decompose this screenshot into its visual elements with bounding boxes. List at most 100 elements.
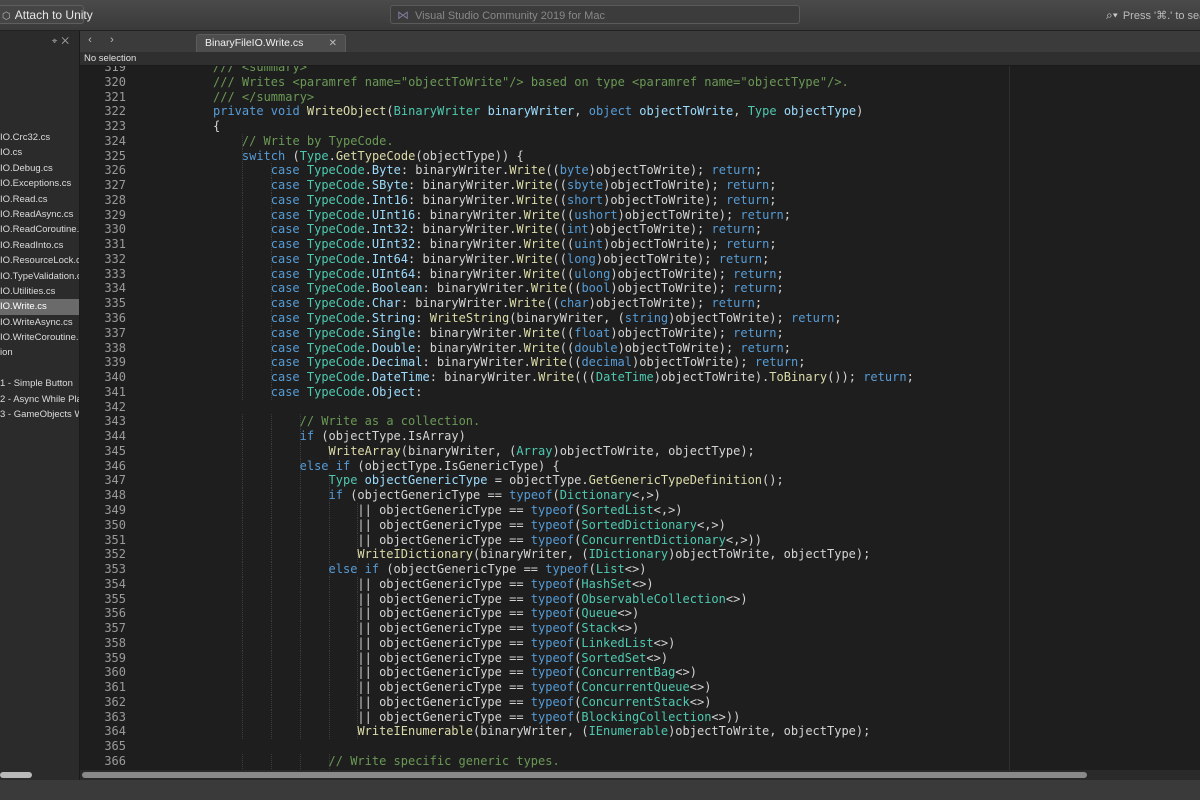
indent-guide bbox=[328, 635, 331, 651]
code-line[interactable]: 326 case TypeCode.Byte: binaryWriter.Writ… bbox=[80, 163, 1200, 179]
code-token: return bbox=[725, 237, 770, 252]
solution-item[interactable]: IO.Utilities.cs bbox=[0, 284, 79, 299]
code-line[interactable]: 337 case TypeCode.Single: binaryWriter.Wr… bbox=[80, 325, 1200, 341]
close-icon[interactable]: ✕ bbox=[61, 36, 73, 47]
code-line[interactable]: 336 case TypeCode.String: WriteString(bin… bbox=[80, 311, 1200, 327]
indent-guide bbox=[328, 724, 331, 740]
code-line[interactable]: 344 if (objectType.IsArray) bbox=[80, 429, 1200, 445]
code-line[interactable]: 364 WriteIEnumerable(binaryWriter, (IEnum… bbox=[80, 724, 1200, 740]
code-line[interactable]: 356 || objectGenericType == typeof(Queue<… bbox=[80, 606, 1200, 622]
code-editor[interactable]: 319 /// <summary> 320 /// Writes <paramref … bbox=[80, 66, 1200, 770]
code-token: (binaryWriter, ( bbox=[400, 443, 517, 458]
solution-item[interactable]: IO.WriteAsync.cs bbox=[0, 315, 79, 330]
code-line[interactable]: 341 case TypeCode.Object: bbox=[80, 384, 1200, 400]
code-line[interactable]: 348 if (objectGenericType == typeof(Dicti… bbox=[80, 488, 1200, 504]
code-line[interactable]: 342 bbox=[80, 400, 1200, 415]
code-line[interactable]: 327 case TypeCode.SByte: binaryWriter.Wri… bbox=[80, 178, 1200, 194]
code-line[interactable]: 359 || objectGenericType == typeof(Sorted… bbox=[80, 650, 1200, 666]
solution-item[interactable]: IO.Exceptions.cs bbox=[0, 176, 79, 191]
code-token: . bbox=[364, 281, 372, 296]
solution-item[interactable]: IO.cs bbox=[0, 145, 79, 160]
code-line[interactable]: 362 || objectGenericType == typeof(Concur… bbox=[80, 694, 1200, 710]
code-line[interactable]: 319 /// <summary> bbox=[80, 66, 1200, 75]
pin-icon[interactable]: ⌖ bbox=[52, 36, 62, 47]
solution-item[interactable]: IO.Debug.cs bbox=[0, 161, 79, 176]
code-line[interactable]: 353 else if (objectGenericType == typeof(… bbox=[80, 562, 1200, 578]
code-line[interactable]: 354 || objectGenericType == typeof(HashSe… bbox=[80, 576, 1200, 592]
code-line[interactable]: 335 case TypeCode.Char: binaryWriter.Writ… bbox=[80, 296, 1200, 312]
code-line[interactable]: 352 WriteIDictionary(binaryWriter, (IDict… bbox=[80, 547, 1200, 563]
indent-guide bbox=[241, 709, 244, 725]
solution-item[interactable]: IO.TypeValidation.cs bbox=[0, 269, 79, 284]
code-line[interactable]: 329 case TypeCode.UInt16: binaryWriter.Wr… bbox=[80, 207, 1200, 223]
code-line[interactable]: 366 // Write specific generic types. bbox=[80, 753, 1200, 769]
indent-guide bbox=[299, 680, 302, 696]
code-text: switch (Type.GetTypeCode(objectType)) { bbox=[242, 149, 524, 164]
solution-item[interactable]: IO.Write.cs bbox=[0, 299, 79, 315]
indent-guide bbox=[328, 650, 331, 666]
code-line[interactable]: 345 WriteArray(binaryWriter, (Array)objec… bbox=[80, 443, 1200, 459]
solution-item[interactable]: IO.ResourceLock.cs bbox=[0, 253, 79, 268]
solution-item[interactable]: IO.Read.cs bbox=[0, 192, 79, 207]
code-line[interactable]: 320 /// Writes <paramref name="objectToWr… bbox=[80, 75, 1200, 90]
code-line[interactable]: 363 || objectGenericType == typeof(Blocki… bbox=[80, 709, 1200, 725]
code-line[interactable]: 339 case TypeCode.Decimal: binaryWriter.W… bbox=[80, 355, 1200, 371]
solution-item[interactable]: IO.WriteCoroutine.cs bbox=[0, 330, 79, 345]
solution-item[interactable]: IO.ReadAsync.cs bbox=[0, 207, 79, 222]
code-token: case bbox=[270, 311, 307, 326]
scrollbar-thumb[interactable] bbox=[82, 772, 1087, 778]
code-line[interactable]: 334 case TypeCode.Boolean: binaryWriter.W… bbox=[80, 281, 1200, 297]
indent-guide bbox=[328, 576, 331, 592]
breadcrumb[interactable]: No selection bbox=[80, 52, 1200, 66]
code-token: <>) bbox=[689, 694, 712, 709]
code-line[interactable]: 340 case TypeCode.DateTime: binaryWriter.… bbox=[80, 370, 1200, 386]
solution-item[interactable]: 1 - Simple Button bbox=[0, 376, 79, 391]
code-line[interactable]: 330 case TypeCode.Int32: binaryWriter.Wri… bbox=[80, 222, 1200, 238]
code-line[interactable]: 332 case TypeCode.Int64: binaryWriter.Wri… bbox=[80, 251, 1200, 267]
tab-close-icon[interactable]: ✕ bbox=[329, 35, 337, 52]
code-line[interactable]: 365 bbox=[80, 739, 1200, 754]
code-line[interactable]: 347 Type objectGenericType = objectType.G… bbox=[80, 473, 1200, 489]
code-line[interactable]: 343 // Write as a collection. bbox=[80, 414, 1200, 430]
code-line[interactable]: 333 case TypeCode.UInt64: binaryWriter.Wr… bbox=[80, 266, 1200, 282]
code-line[interactable]: 323 { bbox=[80, 119, 1200, 134]
solution-item[interactable]: ion bbox=[0, 345, 79, 360]
code-line[interactable]: 325 switch (Type.GetTypeCode(objectType))… bbox=[80, 148, 1200, 164]
indent-guide bbox=[241, 591, 244, 607]
editor-horizontal-scrollbar[interactable] bbox=[80, 770, 1200, 780]
code-token: <>) bbox=[653, 635, 676, 650]
code-token: return bbox=[711, 296, 755, 311]
code-line[interactable]: 346 else if (objectType.IsGenericType) { bbox=[80, 458, 1200, 474]
attach-to-unity-button[interactable]: ⬡ Attach to Unity bbox=[0, 5, 93, 24]
code-line[interactable]: 355 || objectGenericType == typeof(Observ… bbox=[80, 591, 1200, 607]
code-line[interactable]: 331 case TypeCode.UInt32: binaryWriter.Wr… bbox=[80, 237, 1200, 253]
nav-forward-icon[interactable]: › bbox=[102, 34, 122, 46]
code-token: Int64 bbox=[371, 251, 409, 266]
nav-back-icon[interactable]: ‹ bbox=[80, 34, 100, 46]
pane-scrollbar[interactable] bbox=[0, 772, 32, 778]
code-token: ToBinary bbox=[769, 370, 828, 385]
tab-binaryfileio-write[interactable]: BinaryFileIO.Write.cs ✕ bbox=[196, 34, 346, 52]
solution-item[interactable]: IO.ReadInto.cs bbox=[0, 238, 79, 253]
solution-item[interactable] bbox=[0, 361, 79, 376]
solution-item[interactable]: 3 - GameObjects With bbox=[0, 407, 79, 422]
code-token: TypeCode bbox=[306, 192, 365, 207]
solution-item[interactable]: IO.Crc32.cs bbox=[0, 130, 79, 145]
code-line[interactable]: 338 case TypeCode.Double: binaryWriter.Wr… bbox=[80, 340, 1200, 356]
solution-item[interactable]: IO.ReadCoroutine.cs bbox=[0, 222, 79, 237]
code-line[interactable]: 322 private void WriteObject(BinaryWriter… bbox=[80, 104, 1200, 119]
code-line[interactable]: 357 || objectGenericType == typeof(Stack<… bbox=[80, 621, 1200, 637]
code-line[interactable]: 351 || objectGenericType == typeof(Concur… bbox=[80, 532, 1200, 548]
line-number: 346 bbox=[104, 458, 126, 473]
code-line[interactable]: 350 || objectGenericType == typeof(Sorted… bbox=[80, 517, 1200, 533]
code-line[interactable]: 321 /// </summary> bbox=[80, 90, 1200, 105]
code-text: case TypeCode.UInt16: binaryWriter.Write… bbox=[271, 208, 791, 223]
solution-item[interactable]: 2 - Async While Playing bbox=[0, 392, 79, 407]
code-line[interactable]: 328 case TypeCode.Int16: binaryWriter.Wri… bbox=[80, 192, 1200, 208]
code-line[interactable]: 349 || objectGenericType == typeof(Sorted… bbox=[80, 502, 1200, 518]
code-line[interactable]: 358 || objectGenericType == typeof(Linked… bbox=[80, 635, 1200, 651]
code-line[interactable]: 324 // Write by TypeCode. bbox=[80, 133, 1200, 149]
code-line[interactable]: 360 || objectGenericType == typeof(Concur… bbox=[80, 665, 1200, 681]
global-search[interactable]: ⌕▾ Press '⌘.' to search bbox=[1106, 6, 1200, 24]
code-line[interactable]: 361 || objectGenericType == typeof(Concur… bbox=[80, 680, 1200, 696]
